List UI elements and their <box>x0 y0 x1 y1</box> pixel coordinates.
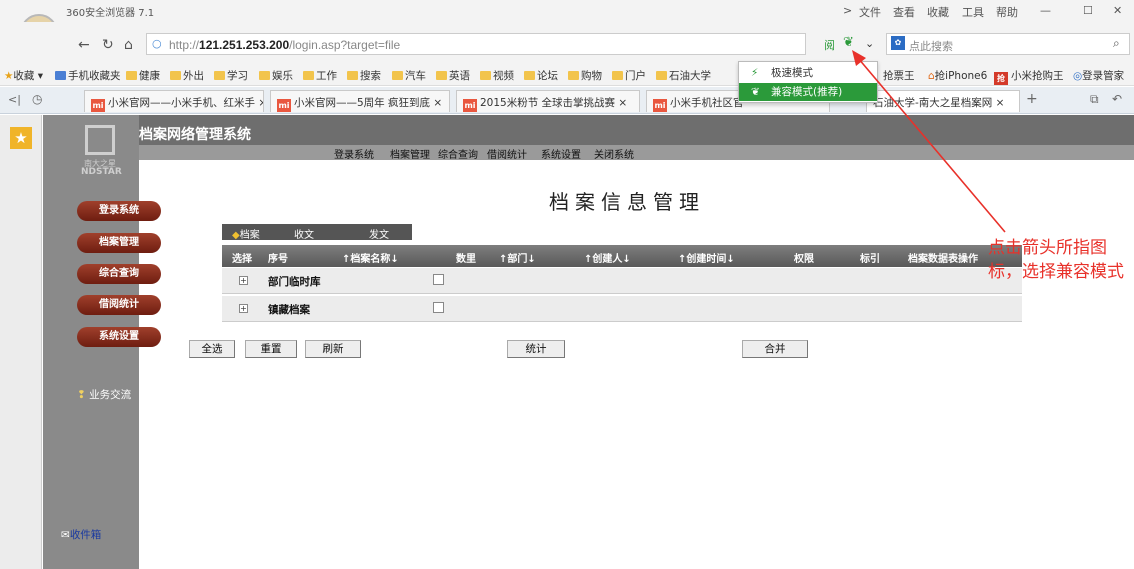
annotation-text: 点击箭头所指图标，选择兼容模式 <box>988 238 1124 282</box>
annotation-arrow <box>852 50 1006 233</box>
